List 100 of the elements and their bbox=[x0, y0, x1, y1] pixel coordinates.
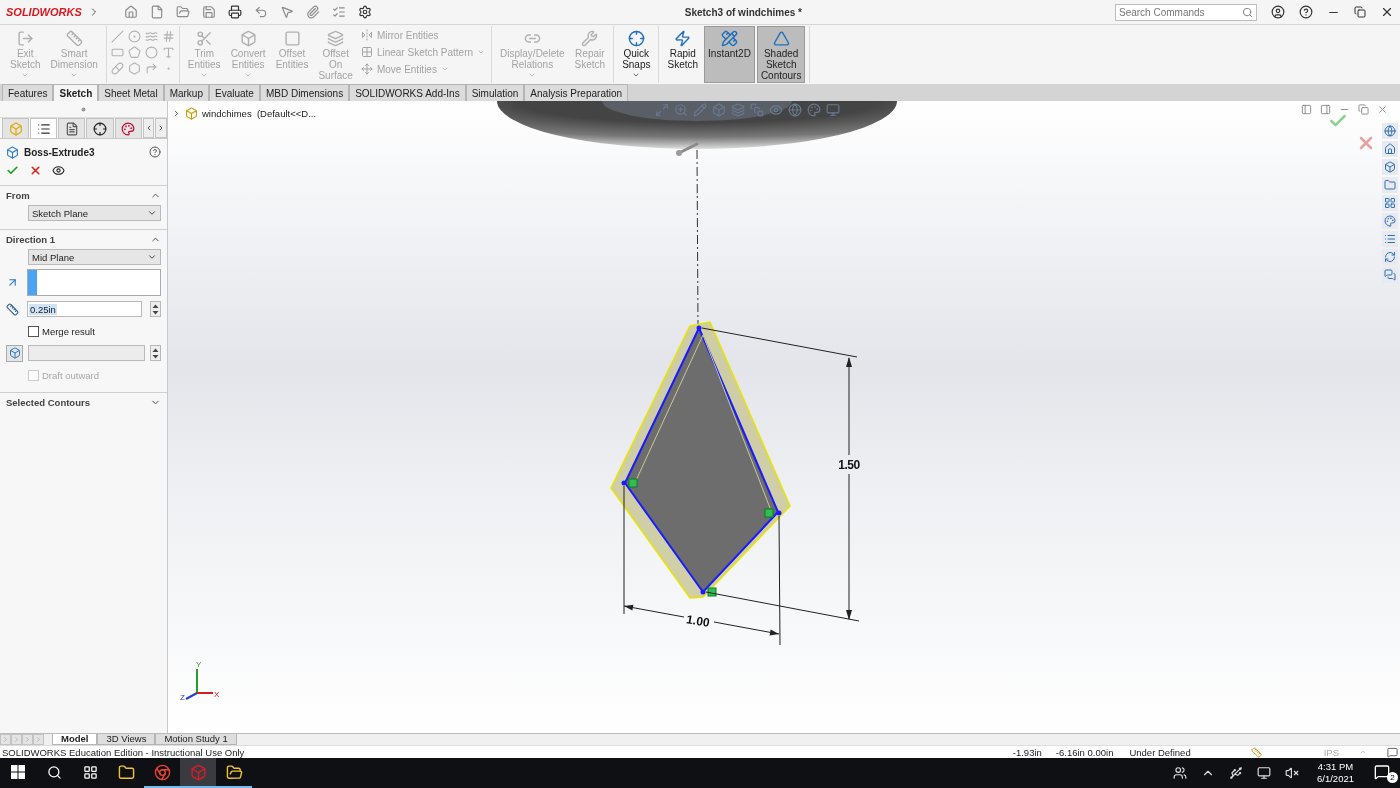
undo-icon[interactable] bbox=[253, 5, 268, 19]
panel-icon[interactable] bbox=[1320, 104, 1331, 115]
clock[interactable]: 4:31 PM 6/1/2021 bbox=[1307, 758, 1364, 788]
command-tab[interactable]: Sheet Metal bbox=[98, 84, 164, 101]
depth-field[interactable]: 0.25in bbox=[27, 301, 142, 317]
task-pane-button[interactable] bbox=[1382, 195, 1398, 211]
tree-item[interactable]: windchimes (Default<<D... bbox=[202, 108, 317, 119]
cube-icon bbox=[239, 30, 257, 47]
command-tab[interactable]: Sketch bbox=[53, 84, 99, 101]
paperclip-icon[interactable] bbox=[305, 5, 320, 19]
view-orientation-icon[interactable] bbox=[750, 103, 764, 117]
caret-icon bbox=[200, 71, 209, 79]
windows-icon bbox=[11, 765, 25, 779]
cancel-icon[interactable] bbox=[29, 163, 42, 177]
section-header[interactable]: From bbox=[6, 190, 161, 201]
checkbox[interactable] bbox=[28, 325, 39, 337]
task-pane-button[interactable] bbox=[1382, 213, 1398, 229]
usb-icon[interactable] bbox=[1229, 766, 1243, 780]
palette-icon[interactable] bbox=[807, 103, 821, 117]
monitor-icon[interactable] bbox=[826, 103, 840, 117]
task-pane-button[interactable] bbox=[1382, 249, 1398, 265]
sphere-icon[interactable] bbox=[788, 103, 802, 117]
people-icon[interactable] bbox=[1173, 766, 1187, 780]
preview-icon[interactable] bbox=[52, 163, 65, 177]
command-tab[interactable]: Analysis Preparation bbox=[524, 84, 629, 101]
ribbon-button[interactable]: Quick Snaps bbox=[618, 26, 655, 83]
section-header[interactable]: Selected Contours bbox=[6, 397, 161, 408]
cad-app-icon bbox=[189, 763, 207, 781]
section-header[interactable]: Direction 1 bbox=[6, 234, 161, 245]
home-icon[interactable] bbox=[123, 5, 138, 19]
command-tab[interactable]: Features bbox=[2, 84, 54, 101]
save-icon[interactable] bbox=[201, 5, 216, 19]
status-message: SOLIDWORKS Education Edition - Instructional Use Only bbox=[2, 746, 245, 758]
open-folder-icon[interactable] bbox=[175, 5, 190, 19]
network-icon[interactable] bbox=[1257, 766, 1271, 780]
task-pane-button[interactable] bbox=[1382, 159, 1398, 175]
palette-icon bbox=[121, 121, 136, 136]
file-explorer-icon bbox=[225, 763, 243, 781]
new-file-icon[interactable] bbox=[149, 5, 164, 19]
notification-button[interactable]: 2 bbox=[1364, 758, 1400, 788]
layers-icon bbox=[327, 30, 345, 47]
dropdown[interactable]: Sketch Plane bbox=[28, 205, 161, 221]
axis-triad-drawing bbox=[185, 668, 214, 700]
panel-tab[interactable] bbox=[58, 118, 86, 138]
list-icon bbox=[1384, 233, 1396, 245]
task-pane-button[interactable] bbox=[1382, 123, 1398, 139]
task-pane-button[interactable] bbox=[1382, 177, 1398, 193]
home-icon bbox=[1384, 143, 1396, 155]
caret-icon bbox=[70, 71, 79, 79]
command-tab[interactable]: Evaluate bbox=[209, 84, 260, 101]
settings-icon[interactable] bbox=[357, 5, 372, 19]
panel-tab[interactable] bbox=[114, 118, 142, 138]
restore-icon[interactable] bbox=[1354, 6, 1366, 18]
task-pane-button[interactable] bbox=[1382, 231, 1398, 247]
crosshair-icon bbox=[627, 30, 645, 47]
close-icon[interactable] bbox=[1380, 5, 1394, 19]
task-pane-button[interactable] bbox=[1382, 141, 1398, 157]
restore-icon[interactable] bbox=[1358, 104, 1369, 115]
folder-icon bbox=[1384, 179, 1396, 191]
panel-tab[interactable] bbox=[86, 118, 114, 138]
relation-icon bbox=[764, 508, 774, 518]
ribbon-button[interactable]: Shaded Sketch Contours bbox=[756, 26, 806, 83]
draft-button[interactable] bbox=[6, 344, 23, 362]
scroll-left-button[interactable] bbox=[142, 118, 155, 138]
taskbar-app[interactable] bbox=[180, 758, 216, 788]
exit-icon bbox=[16, 30, 34, 47]
command-tab[interactable]: Simulation bbox=[465, 84, 525, 101]
caret-icon[interactable] bbox=[1359, 748, 1367, 756]
command-tab[interactable]: SOLIDWORKS Add-Ins bbox=[349, 84, 466, 101]
grid-icon bbox=[1384, 197, 1396, 209]
panel-tab[interactable] bbox=[30, 118, 58, 138]
dropdown[interactable]: Mid Plane bbox=[28, 249, 161, 265]
command-tab[interactable]: Markup bbox=[163, 84, 209, 101]
grip-icon[interactable] bbox=[81, 106, 86, 112]
ribbon-button[interactable]: Instant2D bbox=[704, 26, 755, 83]
spin-arrows-icon[interactable] bbox=[152, 347, 159, 359]
eye-icon[interactable] bbox=[769, 103, 783, 117]
selection-box[interactable] bbox=[27, 269, 161, 296]
task-pane-button[interactable] bbox=[1382, 267, 1398, 283]
expander-icon[interactable] bbox=[172, 109, 181, 118]
panel-icon[interactable] bbox=[1301, 104, 1312, 115]
caret-icon bbox=[244, 71, 253, 79]
caret-icon bbox=[528, 71, 537, 79]
arrow-icon[interactable] bbox=[6, 276, 19, 289]
checkbox-label: Merge result bbox=[42, 325, 95, 337]
refresh-icon bbox=[1384, 251, 1396, 263]
ribbon-button[interactable]: Rapid Sketch bbox=[663, 26, 703, 83]
ok-icon[interactable] bbox=[6, 163, 19, 177]
spin-arrows-icon[interactable] bbox=[152, 303, 159, 315]
command-tab[interactable]: MBD Dimensions bbox=[259, 84, 350, 101]
hook-drawing bbox=[676, 142, 699, 156]
search-field[interactable]: Search Commands bbox=[1115, 3, 1257, 21]
options-list-icon[interactable] bbox=[331, 5, 346, 19]
help-icon[interactable] bbox=[1299, 5, 1313, 19]
print-icon[interactable] bbox=[227, 5, 242, 19]
app-logo: SOLIDWORKS bbox=[6, 6, 82, 18]
mute-icon[interactable] bbox=[1285, 766, 1299, 780]
pointer-icon[interactable] bbox=[279, 5, 294, 19]
palette-icon bbox=[1384, 215, 1396, 227]
user-icon[interactable] bbox=[1271, 5, 1285, 19]
